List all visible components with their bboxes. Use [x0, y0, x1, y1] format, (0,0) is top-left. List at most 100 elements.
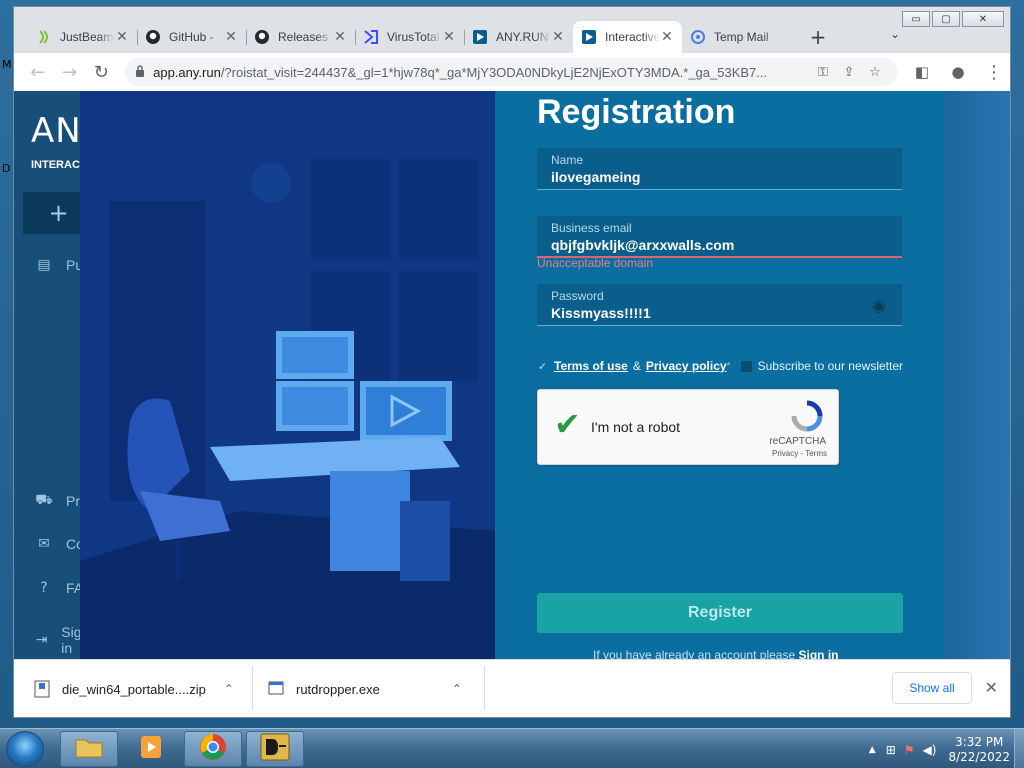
- password-label: Password: [551, 289, 604, 303]
- taskbar-explorer[interactable]: [60, 731, 118, 767]
- new-tab-button[interactable]: +: [806, 25, 830, 49]
- tab-anyrun[interactable]: ANY.RUN ✕: [464, 21, 573, 53]
- ampersand: &: [632, 359, 641, 373]
- minimize-button[interactable]: ▭: [902, 11, 930, 27]
- clock-date: 8/22/2022: [948, 750, 1010, 764]
- password-value: Kissmyass!!!!1: [551, 305, 651, 321]
- tray-expand-icon[interactable]: ▲: [869, 745, 876, 755]
- divider: [484, 666, 485, 710]
- zip-file-icon: [34, 680, 50, 698]
- download-filename: die_win64_portable....zip: [62, 681, 206, 697]
- recaptcha-widget[interactable]: ✔ I'm not a robot reCAPTCHA Privacy - Te…: [537, 389, 839, 465]
- tab-releases[interactable]: Releases ✕: [246, 21, 355, 53]
- recaptcha-links[interactable]: Privacy - Terms: [772, 449, 827, 458]
- tab-title: Releases: [278, 30, 329, 44]
- close-window-button[interactable]: ✕: [962, 11, 1004, 27]
- window-controls: ▭ ▢ ✕: [902, 11, 1004, 27]
- signin-prompt: If you have already an account please Si…: [593, 648, 838, 659]
- browser-toolbar: ← → ↻ app.any.run/?roistat_visit=244437&…: [14, 53, 1010, 91]
- newsletter-checkbox[interactable]: [740, 360, 752, 372]
- anyrun-icon: [472, 29, 488, 45]
- newsletter-option[interactable]: Subscribe to our newsletter: [740, 359, 903, 373]
- taskbar-die[interactable]: [246, 731, 304, 767]
- taskbar-media-player[interactable]: [122, 731, 180, 767]
- show-all-button[interactable]: Show all: [892, 672, 972, 704]
- folder-icon: [74, 735, 104, 764]
- close-icon[interactable]: ✕: [985, 678, 998, 697]
- signin-icon: ⇥: [35, 632, 48, 648]
- chevron-up-icon[interactable]: ⌃: [452, 682, 462, 696]
- checkmark-icon[interactable]: ✔: [554, 408, 581, 440]
- start-button[interactable]: [6, 731, 44, 767]
- tab-close-icon[interactable]: ✕: [442, 29, 456, 45]
- workspace-illustration: [80, 91, 495, 659]
- volume-icon[interactable]: ◀): [923, 743, 937, 757]
- tab-tempmail[interactable]: Temp Mail: [682, 21, 791, 53]
- tab-justbeam[interactable]: JustBeam ✕: [28, 21, 137, 53]
- desktop-icon-label: D: [2, 162, 11, 175]
- tab-title: VirusTotal: [387, 30, 440, 44]
- tab-close-icon[interactable]: ✕: [224, 29, 238, 45]
- password-field[interactable]: Password Kissmyass!!!!1 ◉: [537, 284, 902, 326]
- share-icon[interactable]: ⇪: [836, 65, 862, 80]
- name-field[interactable]: Name ilovegameing: [537, 148, 902, 190]
- back-button[interactable]: ←: [22, 58, 54, 86]
- recaptcha-logo-icon: [790, 400, 824, 432]
- exe-file-icon: [268, 680, 284, 698]
- anyrun-icon: [581, 29, 597, 45]
- clock[interactable]: 3:32 PM 8/22/2022: [948, 735, 1010, 765]
- captcha-label: I'm not a robot: [591, 419, 681, 435]
- signin-prompt-text: If you have already an account please: [593, 648, 796, 659]
- media-player-icon: [137, 733, 165, 766]
- tab-interactive-active[interactable]: Interactive ✕: [573, 21, 682, 53]
- tab-strip: JustBeam ✕ GitHub - ✕ Releases ✕ VirusTo…: [28, 19, 791, 53]
- tab-close-icon[interactable]: ✕: [115, 29, 129, 45]
- chrome-window: ▭ ▢ ✕ JustBeam ✕ GitHub - ✕ Releases ✕ V…: [13, 6, 1011, 718]
- consent-row: ✓ Terms of use & Privacy policy * Subscr…: [537, 359, 903, 373]
- terms-of-use-link[interactable]: Terms of use: [554, 359, 628, 373]
- help-icon: ?: [40, 580, 48, 596]
- action-center-flag-icon[interactable]: ⚑: [904, 743, 915, 757]
- chevron-up-icon[interactable]: ⌃: [224, 682, 234, 696]
- mail-icon: ✉: [38, 536, 50, 552]
- maximize-button[interactable]: ▢: [932, 11, 960, 27]
- network-icon[interactable]: ⊞: [886, 743, 896, 757]
- terms-checkbox[interactable]: ✓: [537, 360, 548, 373]
- tab-close-icon[interactable]: ✕: [333, 29, 347, 45]
- virustotal-icon: [363, 29, 379, 45]
- forward-button[interactable]: →: [54, 58, 86, 86]
- signin-link[interactable]: Sign in: [798, 648, 838, 659]
- required-mark: *: [726, 360, 731, 372]
- business-email-field[interactable]: Business email qbjfgbvkljk@arxxwalls.com: [537, 216, 902, 258]
- windows-taskbar: ▲ ⊞ ⚑ ◀) 3:32 PM 8/22/2022: [0, 728, 1024, 768]
- side-panel-icon[interactable]: ◧: [906, 58, 938, 86]
- taskbar-chrome[interactable]: [184, 731, 242, 767]
- page-viewport: ANY.RUN INTERACTIVE + ▤Public ⛟Pricing ✉…: [14, 91, 1010, 659]
- download-item[interactable]: rutdropper.exe ⌃: [268, 672, 462, 706]
- address-bar[interactable]: app.any.run/?roistat_visit=244437&_gl=1*…: [125, 58, 898, 86]
- key-icon[interactable]: ⚿: [810, 65, 836, 80]
- profile-avatar-icon[interactable]: ●: [942, 58, 974, 86]
- show-desktop-button[interactable]: [1014, 729, 1024, 768]
- name-value: ilovegameing: [551, 169, 641, 185]
- tab-title: Temp Mail: [714, 30, 769, 44]
- tab-close-icon[interactable]: ✕: [660, 29, 674, 45]
- github-icon: [254, 29, 270, 45]
- download-item[interactable]: die_win64_portable....zip ⌃: [34, 672, 234, 706]
- url-path: /?roistat_visit=244437&_gl=1*hjw78q*_ga*…: [220, 64, 768, 80]
- tab-virustotal[interactable]: VirusTotal ✕: [355, 21, 464, 53]
- tempmail-icon: [690, 29, 706, 45]
- tab-search-icon[interactable]: ⌄: [890, 27, 900, 41]
- registration-title: Registration: [537, 93, 736, 131]
- divider: [252, 666, 253, 710]
- bookmark-star-icon[interactable]: ☆: [862, 65, 888, 80]
- tab-close-icon[interactable]: ✕: [551, 29, 565, 45]
- tab-title: JustBeam: [60, 30, 114, 44]
- register-button[interactable]: Register: [537, 593, 903, 633]
- privacy-policy-link[interactable]: Privacy policy: [646, 359, 727, 373]
- eye-icon[interactable]: ◉: [872, 296, 886, 315]
- chrome-menu-icon[interactable]: ⋮: [978, 58, 1010, 86]
- email-value: qbjfgbvkljk@arxxwalls.com: [551, 237, 735, 253]
- tab-github[interactable]: GitHub - ✕: [137, 21, 246, 53]
- reload-button[interactable]: ↻: [85, 58, 117, 86]
